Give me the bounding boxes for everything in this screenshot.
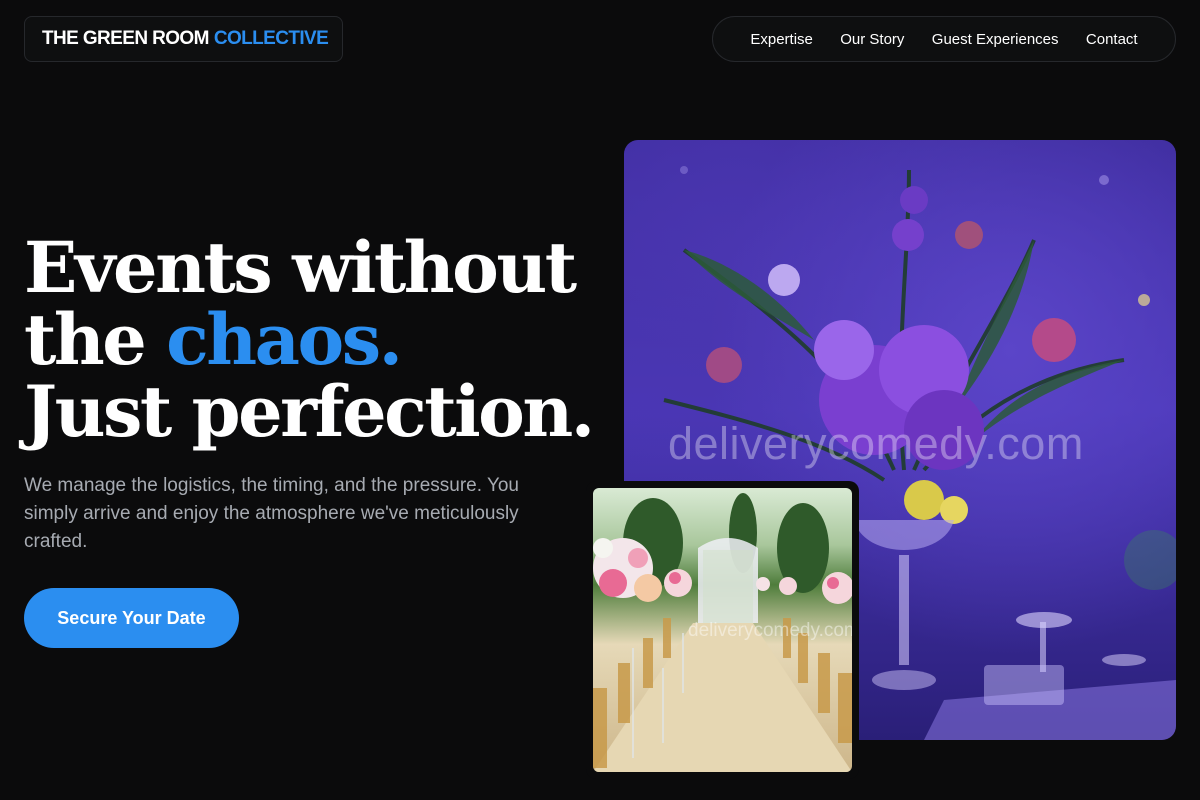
nav-link-expertise[interactable]: Expertise (750, 31, 813, 48)
main-nav: Expertise Our Story Guest Experiences Co… (712, 16, 1176, 62)
main-image-watermark: deliverycomedy.com (668, 418, 1084, 469)
headline-accent-word: chaos. (166, 298, 403, 381)
nav-link-guest-experiences[interactable]: Guest Experiences (932, 31, 1059, 48)
logo-text: THE GREEN ROOM (42, 28, 209, 49)
hero-headline: Events without the chaos. Just perfectio… (24, 226, 595, 453)
aisle-photo: deliverycomedy.com (593, 488, 852, 772)
nav-link-contact[interactable]: Contact (1086, 31, 1138, 48)
hero-subtext: We manage the logistics, the timing, and… (24, 475, 520, 552)
logo[interactable]: THE GREEN ROOM COLLECTIVE (24, 16, 343, 62)
headline-line-2-prefix: the (24, 298, 147, 381)
headline-line-2: the chaos. (24, 304, 584, 376)
nav-link-our-story[interactable]: Our Story (840, 31, 904, 48)
aisle-image-watermark: deliverycomedy.com (688, 620, 852, 641)
secure-date-button[interactable]: Secure Your Date (24, 588, 239, 648)
headline-line-1: Events without (24, 226, 577, 309)
aisle-photo-frame: deliverycomedy.com (586, 481, 859, 779)
logo-accent-text: COLLECTIVE (213, 28, 329, 49)
headline-line-3: Just perfection. (24, 370, 595, 453)
